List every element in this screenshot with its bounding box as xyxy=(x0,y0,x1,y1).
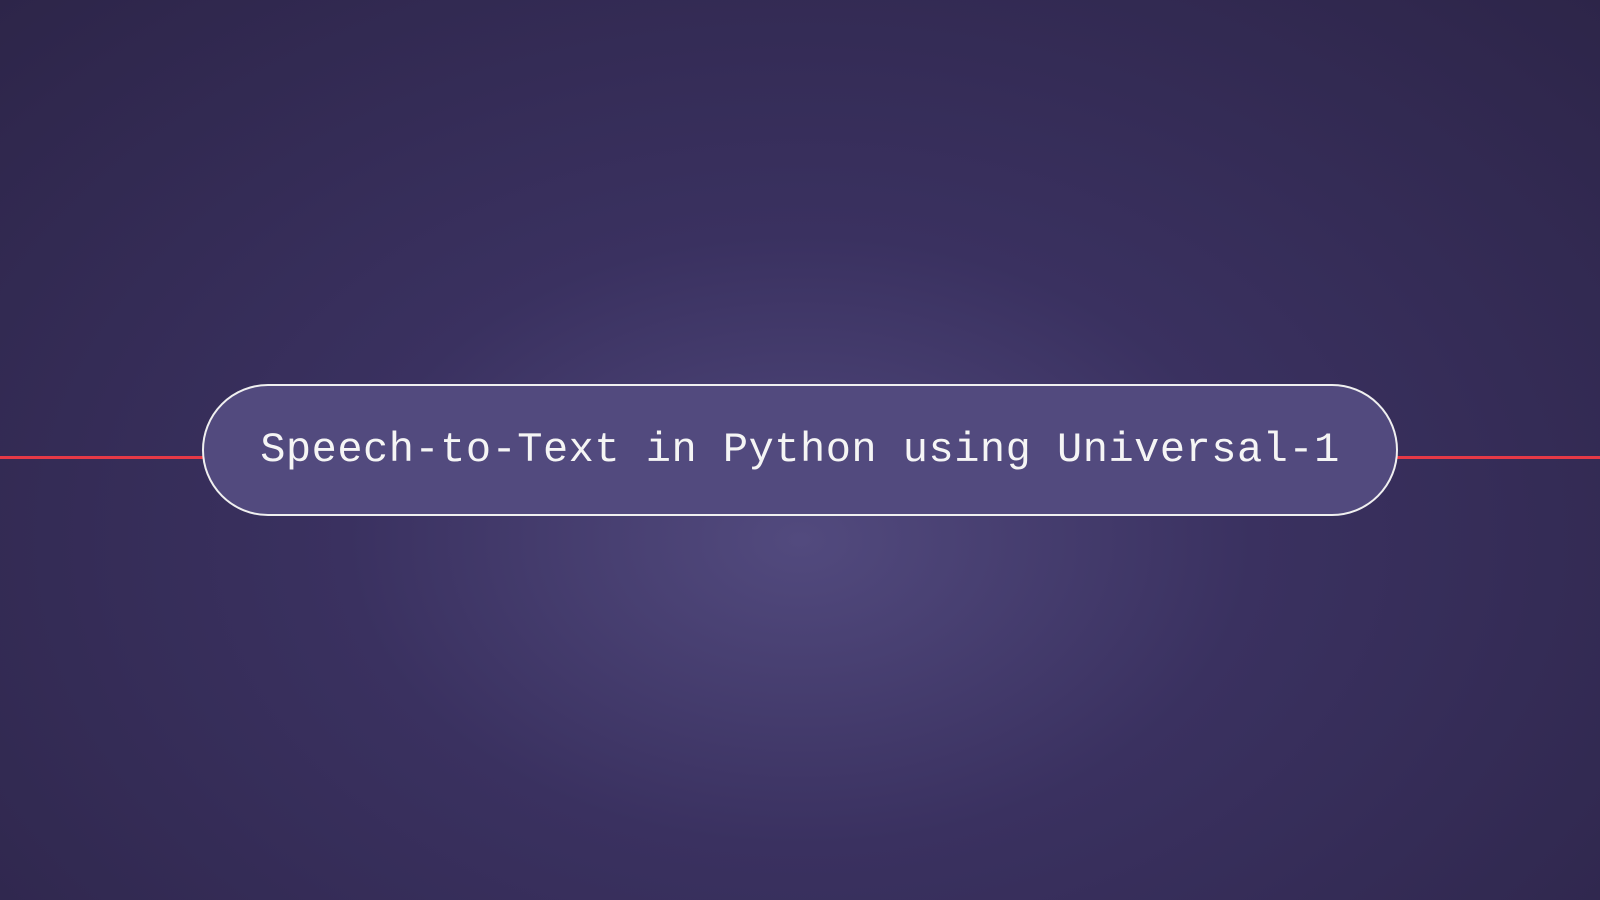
title-text: Speech-to-Text in Python using Universal… xyxy=(260,426,1340,474)
title-container: Speech-to-Text in Python using Universal… xyxy=(202,384,1398,516)
